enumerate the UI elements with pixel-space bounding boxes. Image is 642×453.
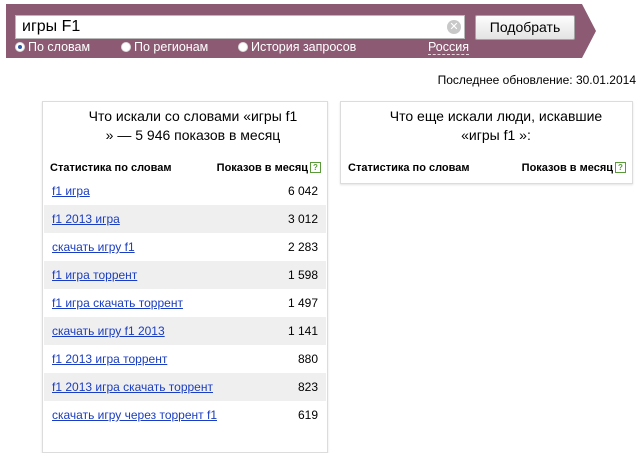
phrase-link[interactable]: f1 игра торрент: [52, 267, 222, 283]
mode-by-words[interactable]: По словам: [15, 40, 90, 54]
shows-count: 1 598: [287, 268, 318, 282]
shows-count: 2 283: [287, 240, 318, 254]
radio-icon[interactable]: [121, 42, 131, 52]
shows-count: 880: [297, 352, 318, 366]
table-row: f1 игра торрент 1 598: [44, 261, 326, 289]
search-button[interactable]: Подобрать: [475, 15, 575, 40]
table-row: скачать игру f1 2 283: [44, 233, 326, 261]
phrase-link[interactable]: скачать игру f1 2013: [52, 323, 222, 339]
phrase-link[interactable]: f1 2013 игра торрент: [52, 351, 222, 367]
words-table: f1 игра 6 042 f1 2013 игра 3 012 скачать игр…: [44, 177, 326, 429]
table-row: f1 2013 игра торрент 880: [44, 345, 326, 373]
table-row: f1 игра 6 042: [44, 177, 326, 205]
shows-count: 1 141: [287, 324, 318, 338]
col-shows-header: Показов в месяц?: [522, 162, 626, 174]
phrase-link[interactable]: скачать игру f1: [52, 239, 222, 255]
phrase-link[interactable]: f1 игра: [52, 183, 222, 199]
help-icon[interactable]: ?: [615, 162, 626, 173]
col-shows-header: Показов в месяц?: [217, 162, 321, 174]
col-words-header: Статистика по словам: [348, 162, 470, 174]
col-words-header: Статистика по словам: [50, 162, 172, 174]
table-row: f1 2013 игра 3 012: [44, 205, 326, 233]
last-update: Последнее обновление: 30.01.2014: [437, 73, 636, 87]
radio-selected-icon[interactable]: [15, 42, 25, 52]
related-panel: Что еще искали люди, искавшие «игры f1 »…: [340, 101, 633, 184]
words-panel-title: Что искали со словами «игры f1 » — 5 946…: [88, 108, 298, 143]
related-panel-title: Что еще искали люди, искавшие «игры f1 »…: [389, 108, 603, 143]
shows-count: 6 042: [287, 184, 318, 198]
search-band: ✕ Подобрать По словам По регионам Истори…: [6, 4, 582, 58]
table-row: скачать игру через торрент f1 619: [44, 401, 326, 429]
shows-count: 619: [297, 408, 318, 422]
clear-icon[interactable]: ✕: [447, 20, 461, 34]
band-arrow: [582, 4, 596, 58]
words-panel: Что искали со словами «игры f1 » — 5 946…: [42, 101, 328, 453]
mode-by-regions[interactable]: По регионам: [121, 40, 208, 54]
region-link[interactable]: Россия: [428, 40, 469, 55]
shows-count: 823: [297, 380, 318, 394]
phrase-link[interactable]: f1 2013 игра скачать торрент: [52, 379, 222, 395]
search-input[interactable]: [15, 15, 465, 39]
help-icon[interactable]: ?: [310, 162, 321, 173]
shows-count: 1 497: [287, 296, 318, 310]
phrase-link[interactable]: f1 игра скачать торрент: [52, 295, 222, 311]
table-row: скачать игру f1 2013 1 141: [44, 317, 326, 345]
table-row: f1 2013 игра скачать торрент 823: [44, 373, 326, 401]
radio-icon[interactable]: [238, 42, 248, 52]
phrase-link[interactable]: скачать игру через торрент f1: [52, 407, 222, 423]
table-row: f1 игра скачать торрент 1 497: [44, 289, 326, 317]
phrase-link[interactable]: f1 2013 игра: [52, 211, 222, 227]
mode-history[interactable]: История запросов: [238, 40, 356, 54]
shows-count: 3 012: [287, 212, 318, 226]
